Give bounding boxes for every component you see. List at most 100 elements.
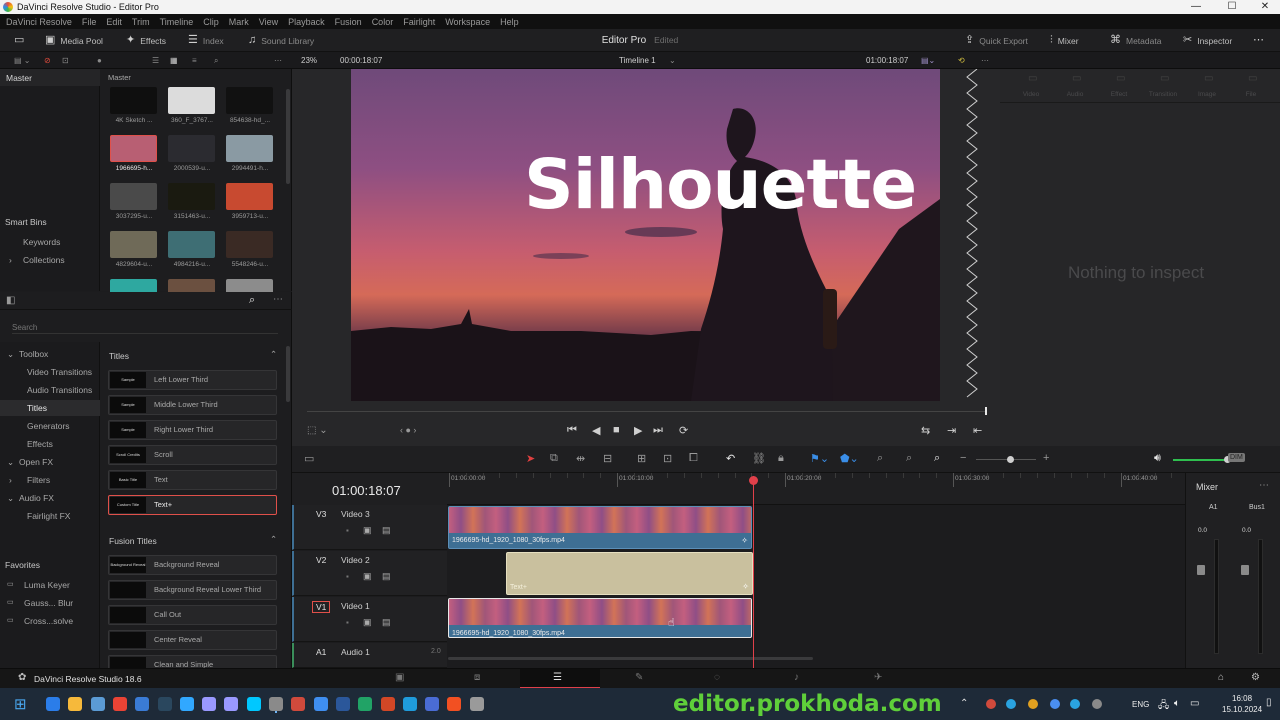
volume-icon[interactable]: 🔊︎ <box>1154 452 1161 465</box>
title-preset-3[interactable]: Sample Right Lower Third <box>108 420 277 440</box>
clip-thumbnail[interactable] <box>226 231 273 258</box>
edit-page-button[interactable]: ☰ <box>520 669 600 689</box>
dim-button[interactable]: DIM <box>1228 453 1245 462</box>
search-icon[interactable]: ⌕ <box>249 294 255 307</box>
menu-workspace[interactable]: Workspace <box>445 17 490 27</box>
clip-thumbnail[interactable] <box>226 87 273 114</box>
effects-scrollbar[interactable] <box>286 346 290 402</box>
lock-track-icon[interactable]: ▪ <box>346 526 349 535</box>
trim-tool-icon[interactable]: ⧉ <box>550 452 558 465</box>
title-preset-4[interactable]: Scroll Credits Scroll <box>108 445 277 465</box>
tray-icon[interactable] <box>1028 699 1038 709</box>
inspector-tab-audio[interactable]: Audio <box>1060 91 1090 98</box>
grid-view-icon[interactable]: ▦ <box>170 52 178 69</box>
language-indicator[interactable]: ENG <box>1132 700 1149 709</box>
title-preset-2[interactable]: Sample Middle Lower Third <box>108 395 277 415</box>
collapse-icon[interactable]: ⌃ <box>270 349 277 360</box>
tree-generators[interactable]: Generators <box>27 421 70 431</box>
video-preview[interactable]: Silhouette <box>351 69 940 401</box>
chevron-up-icon[interactable]: ⌃ <box>960 698 968 709</box>
favorite-cross-dissolve[interactable]: Cross...solve <box>24 616 73 626</box>
bin-view-icon[interactable]: ▤ ⌄ <box>14 52 30 69</box>
clock-time[interactable]: 16:08 <box>1232 694 1252 703</box>
deliver-page-icon[interactable]: ✈ <box>874 672 882 683</box>
tray-icon[interactable] <box>1050 699 1060 709</box>
play-reverse-icon[interactable]: ◀ <box>592 424 600 437</box>
zoom-slider[interactable] <box>976 459 1036 460</box>
loop-icon[interactable]: ⟳ <box>679 424 688 437</box>
battery-icon[interactable]: ▭ <box>1190 698 1199 709</box>
tray-icon[interactable] <box>1092 699 1102 709</box>
taskbar-app-icon[interactable] <box>68 697 83 711</box>
title-preset-6[interactable]: Custom Title Text+ <box>108 495 277 515</box>
master-bin[interactable]: Master <box>0 69 100 86</box>
taskbar-app-icon[interactable] <box>358 697 373 711</box>
menu-fairlight[interactable]: Fairlight <box>403 17 435 27</box>
lock-track-icon[interactable]: ▪ <box>346 572 349 581</box>
more-icon[interactable]: ⋯ <box>1259 480 1269 491</box>
bypass-icon[interactable]: ⟲ <box>958 52 965 69</box>
inspector-tab-file[interactable]: File <box>1236 91 1266 98</box>
taskbar-app-icon[interactable] <box>447 697 462 711</box>
taskbar-app-icon[interactable] <box>425 697 440 711</box>
taskbar-app-icon[interactable] <box>402 697 417 711</box>
disable-track-icon[interactable]: ▤ <box>382 617 391 628</box>
clip-thumbnail[interactable] <box>168 183 215 210</box>
taskbar-app-icon[interactable] <box>335 697 350 711</box>
taskbar-app-icon[interactable] <box>46 697 60 711</box>
play-icon[interactable]: ▶ <box>634 424 642 437</box>
position-lock-icon[interactable]: 🔒︎ <box>778 452 784 465</box>
collections-bin[interactable]: Collections <box>23 255 65 265</box>
favorite-luma-keyer[interactable]: Luma Keyer <box>24 580 70 590</box>
inspector-tab-image[interactable]: Image <box>1192 91 1222 98</box>
color-page-icon[interactable]: ◌ <box>714 672 720 683</box>
taskbar-app-icon[interactable] <box>291 697 306 711</box>
fusion-page-icon[interactable]: ✎ <box>635 672 643 683</box>
sidebar-toggle-icon[interactable]: ◧ <box>6 295 15 306</box>
inspector-tab-effect[interactable]: Effect <box>1104 91 1134 98</box>
clip-v1[interactable]: 1966695-hd_1920_1080_30fps.mp4 <box>448 598 752 638</box>
sort-icon[interactable]: ≡ <box>192 52 197 69</box>
chevron-down-icon[interactable]: ⌄ <box>669 52 676 69</box>
more-icon[interactable]: ⋯ <box>981 52 989 69</box>
clip-v2-textplus[interactable]: Text+ ✧ <box>506 552 753 595</box>
search-icon[interactable]: ⌕ <box>214 52 218 69</box>
selection-tool-icon[interactable]: ➤ <box>526 452 535 465</box>
viewer-format-icon[interactable]: ▤⌄ <box>921 52 935 69</box>
replace-clip-icon[interactable]: ⧠ <box>689 452 698 465</box>
menu-playback[interactable]: Playback <box>288 17 325 27</box>
menu-fusion[interactable]: Fusion <box>335 17 362 27</box>
favorite-gaussian-blur[interactable]: Gauss... Blur <box>24 598 73 608</box>
menu-clip[interactable]: Clip <box>203 17 219 27</box>
zoom-slider-handle[interactable] <box>1007 456 1014 463</box>
tree-titles-selected[interactable]: Titles <box>0 400 100 416</box>
bus1-fader[interactable] <box>1241 565 1249 575</box>
tree-audio-fx[interactable]: Audio FX <box>19 493 54 503</box>
title-preset-1[interactable]: Sample Left Lower Third <box>108 370 277 390</box>
prev-edit-icon[interactable]: ⇤ <box>973 424 982 437</box>
taskbar-app-icon[interactable] <box>380 697 395 711</box>
title-overlay-text[interactable]: Silhouette <box>524 145 917 225</box>
clock-date[interactable]: 15.10.2024 <box>1222 705 1262 714</box>
settings-icon[interactable]: ⚙ <box>1251 672 1260 683</box>
metadata-button[interactable]: ⌘ Metadata <box>1110 33 1161 48</box>
index-button[interactable]: ☰ Index <box>188 33 224 48</box>
zoom-level[interactable]: 23% <box>301 52 317 69</box>
minimize-button[interactable]: — <box>1184 0 1208 14</box>
windows-start-icon[interactable]: ⊞ <box>14 695 27 713</box>
track-id[interactable]: V2 <box>316 555 326 565</box>
chevron-down-icon[interactable]: ⌄ <box>7 457 14 468</box>
scrubber-track[interactable] <box>307 411 987 412</box>
track-id[interactable]: A1 <box>316 647 326 657</box>
fusion-title-preset-3[interactable]: Call Out <box>108 605 277 625</box>
disable-track-icon[interactable]: ▤ <box>382 525 391 536</box>
sound-library-button[interactable]: ♫ Sound Library <box>248 33 314 48</box>
track-header-v3[interactable]: V3 Video 3 ▪ ▣ ▤ <box>292 505 447 550</box>
network-icon[interactable]: 🖧︎ <box>1158 698 1169 715</box>
disable-track-icon[interactable]: ▤ <box>382 571 391 582</box>
overwrite-clip-icon[interactable]: ⊡ <box>663 452 672 465</box>
stop-icon[interactable]: ■ <box>613 424 620 436</box>
volume-icon[interactable]: 🔈︎ <box>1174 698 1180 709</box>
effects-search-input[interactable] <box>12 321 278 334</box>
tree-filters[interactable]: Filters <box>27 475 50 485</box>
